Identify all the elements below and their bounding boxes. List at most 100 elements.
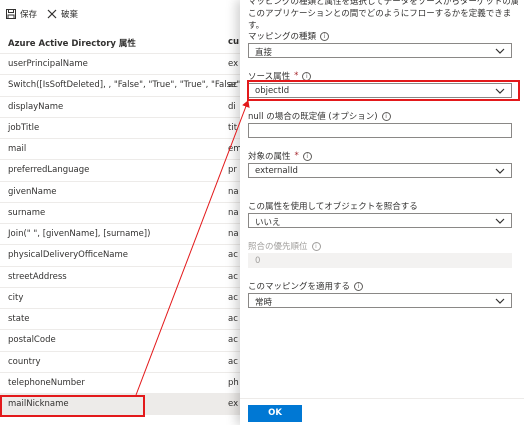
default-value-label: null の場合の既定値 (オプション) i [248,110,391,122]
target-cell: ac [228,356,238,367]
matching-priority-value: 0 [255,256,261,266]
table-row[interactable]: Join(" ", [givenName], [surname]) na [0,224,240,246]
source-cell: displayName [8,101,64,112]
source-cell: postalCode [8,335,56,346]
table-row[interactable]: physicalDeliveryOfficeName ac [0,245,240,267]
table-header: Azure Active Directory 属性 cu [0,32,240,54]
target-attribute-label-text: 対象の属性 [248,152,291,162]
target-cell: ac [228,271,238,282]
apply-mapping-label-text: このマッピングを適用する [248,282,351,292]
edit-attribute-panel: マッピングの種類と属性を選択してデータをソースからターゲットの属性に このアプリ… [240,0,524,425]
info-icon[interactable]: i [320,31,330,41]
info-icon[interactable]: i [302,151,312,161]
matching-priority-label: 照合の優先順位 i [248,240,321,252]
source-cell: streetAddress [8,271,67,282]
target-cell: na [228,229,239,239]
source-cell: mail [8,144,27,154]
target-cell: ex [228,59,239,69]
source-cell: Switch([IsSoftDeleted], , "False", "True… [8,80,240,91]
chevron-down-icon [495,218,505,224]
highlight-box-source-row [0,395,145,417]
target-cell: ac [228,314,238,324]
mapping-table: userPrincipalName ex Switch([IsSoftDelete… [0,54,240,416]
table-row[interactable]: displayName di [0,97,240,118]
table-row[interactable]: postalCode ac [0,330,240,352]
discard-label: 破棄 [61,10,79,20]
source-cell: city [8,292,24,303]
table-row[interactable]: mail em [0,139,240,161]
match-objects-label: この属性を使用してオブジェクトを照合する [248,200,418,212]
target-cell: ac [228,335,238,346]
chevron-down-icon [495,48,505,54]
source-cell: Join(" ", [givenName], [surname]) [8,229,151,239]
match-objects-label-text: この属性を使用してオブジェクトを照合する [248,202,418,212]
table-row[interactable]: givenName na [0,182,240,203]
match-objects-dropdown[interactable]: いいえ [248,213,512,228]
highlight-box-source-attribute [247,80,520,101]
save-label: 保存 [20,10,38,20]
info-icon[interactable]: i [354,281,364,291]
source-cell: jobTitle [8,122,40,133]
target-cell: ph [228,377,239,388]
discard-icon [47,9,57,19]
description-line-2: このアプリケーションとの間でどのようにフローするかを定義できます。 [248,9,512,31]
table-row[interactable]: city ac [0,288,240,309]
required-mark: * [294,151,299,161]
mapping-type-value: 直接 [255,48,273,58]
target-cell: ac [228,250,238,261]
mapping-type-label-text: マッピングの種類 [248,32,317,42]
source-cell: preferredLanguage [8,165,90,176]
table-row[interactable]: userPrincipalName ex [0,54,240,76]
target-attribute-value: externalId [255,166,298,176]
matching-priority-input: 0 [248,253,512,268]
mapping-type-label: マッピングの種類 i [248,30,330,42]
save-icon [6,9,16,19]
table-row[interactable]: telephoneNumber ph [0,373,240,394]
toolbar: 保存 破棄 [6,6,78,22]
target-cell: ac [228,80,238,91]
chevron-down-icon [495,298,505,304]
target-cell: ex [228,399,239,409]
target-cell: pr [228,165,237,176]
table-row[interactable]: preferredLanguage pr [0,160,240,182]
source-cell: telephoneNumber [8,377,85,388]
chevron-down-icon [495,168,505,174]
source-cell: country [8,356,41,367]
table-row[interactable]: state ac [0,309,240,331]
target-cell: na [228,207,239,218]
target-cell: tit [228,122,238,133]
target-cell: ac [228,292,238,303]
source-cell: physicalDeliveryOfficeName [8,250,129,261]
target-attribute-dropdown[interactable]: externalId [248,163,512,178]
default-value-input[interactable] [248,123,512,138]
source-cell: userPrincipalName [8,59,88,69]
target-cell: em [228,144,240,154]
match-objects-value: いいえ [255,218,281,228]
table-row[interactable]: Switch([IsSoftDeleted], , "False", "True… [0,75,240,97]
apply-mapping-value: 常時 [255,298,273,308]
source-cell: givenName [8,186,57,197]
column-header-target: cu [228,37,240,47]
discard-button[interactable]: 破棄 [47,8,78,20]
source-cell: state [8,314,30,324]
table-row[interactable]: streetAddress ac [0,267,240,288]
table-row[interactable]: country ac [0,352,240,373]
ok-button[interactable]: OK [248,405,302,422]
save-button[interactable]: 保存 [6,8,37,20]
table-row[interactable]: surname na [0,203,240,224]
target-cell: na [228,186,239,197]
info-icon[interactable]: i [381,111,391,121]
target-attribute-label: 対象の属性 * i [248,150,312,162]
info-icon: i [311,241,321,251]
matching-priority-label-text: 照合の優先順位 [248,242,308,252]
apply-mapping-dropdown[interactable]: 常時 [248,293,512,308]
mapping-list-pane: 保存 破棄 Azure Active Directory 属性 cu userP… [0,0,240,425]
footer-divider [240,398,524,399]
table-row[interactable]: jobTitle tit [0,118,240,139]
default-value-label-text: null の場合の既定値 (オプション) [248,112,378,122]
mapping-type-dropdown[interactable]: 直接 [248,43,512,58]
description-line-1: マッピングの種類と属性を選択してデータをソースからターゲットの属性に [248,0,518,7]
source-cell: surname [8,207,46,218]
apply-mapping-label: このマッピングを適用する i [248,280,364,292]
panel-description: マッピングの種類と属性を選択してデータをソースからターゲットの属性に このアプリ… [248,0,518,32]
